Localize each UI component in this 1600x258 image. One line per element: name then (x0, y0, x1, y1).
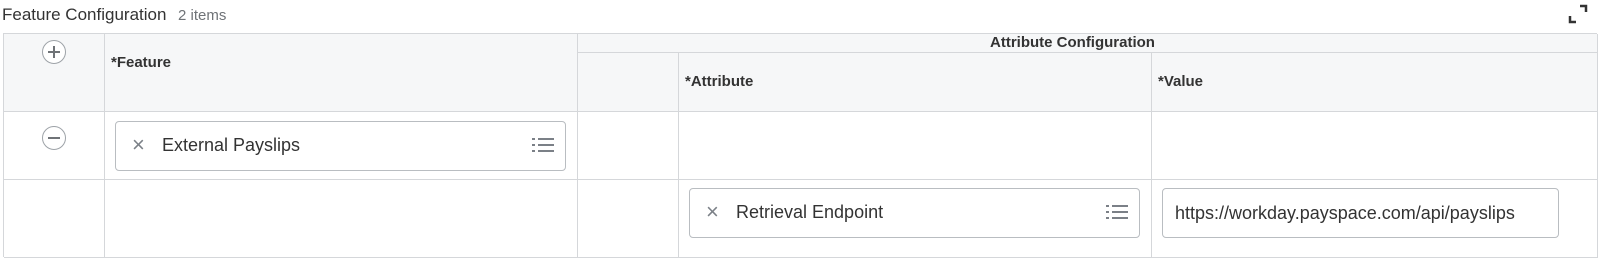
feature-header-label: *Feature (111, 54, 172, 71)
value-header-label: *Value (1158, 73, 1204, 90)
value-cell (1152, 112, 1598, 180)
feature-prompt[interactable]: × External Payslips (115, 121, 566, 171)
feature-cell (105, 180, 578, 258)
table-row-action-cell (4, 180, 105, 258)
attribute-cell: × Retrieval Endpoint (679, 180, 1152, 258)
grid-title: Feature Configuration (2, 5, 167, 24)
attribute-row-action-cell (578, 112, 679, 180)
expand-icon[interactable] (1568, 4, 1588, 24)
value-cell (1152, 180, 1598, 258)
list-icon[interactable] (1106, 203, 1128, 221)
grid-header: Feature Configuration 2 items (0, 0, 1600, 32)
attribute-configuration-label: Attribute Configuration (990, 34, 1155, 51)
attribute-prompt[interactable]: × Retrieval Endpoint (689, 188, 1140, 238)
attribute-header-label: *Attribute (685, 73, 754, 90)
attribute-column-header: *Attribute (679, 53, 1152, 112)
feature-configuration-grid: *Feature Attribute Configuration *Attrib… (3, 33, 1598, 258)
close-icon[interactable]: × (706, 200, 719, 224)
attribute-row-action-cell (578, 180, 679, 258)
attribute-value: Retrieval Endpoint (736, 202, 884, 222)
feature-cell: × External Payslips (105, 112, 578, 180)
add-row-icon[interactable] (42, 40, 66, 64)
feature-value: External Payslips (162, 135, 301, 155)
table-row-action-cell (4, 112, 105, 180)
list-icon[interactable] (532, 136, 554, 154)
attribute-cell (679, 112, 1152, 180)
item-count: 2 items (178, 7, 227, 24)
attribute-configuration-group-header: Attribute Configuration (578, 34, 1598, 53)
feature-column-header: *Feature (105, 34, 578, 112)
attribute-row-action-header (578, 53, 679, 112)
row-action-header (4, 34, 105, 112)
value-text-field[interactable] (1162, 188, 1559, 238)
close-icon[interactable]: × (132, 133, 145, 157)
value-column-header: *Value (1152, 53, 1598, 112)
remove-row-icon[interactable] (42, 126, 66, 150)
